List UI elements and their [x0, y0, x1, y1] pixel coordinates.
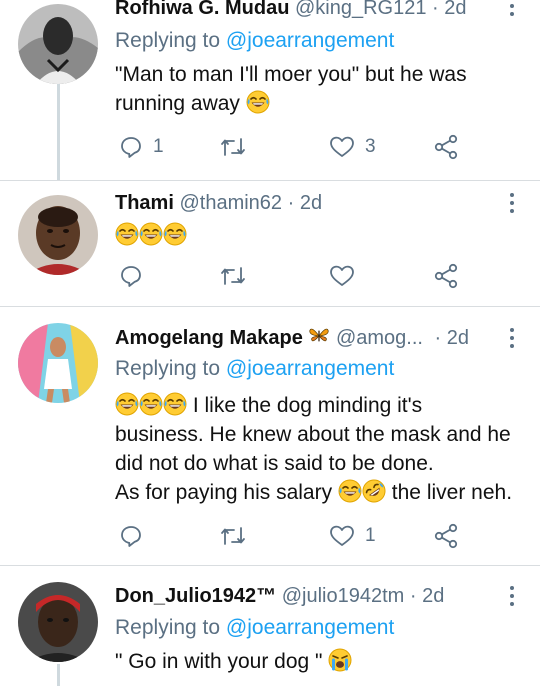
- more-vertical-icon[interactable]: [504, 191, 520, 215]
- tweet-don-julio[interactable]: Don_Julio1942™ @julio1942tm · 2d Replyin…: [0, 566, 540, 686]
- tweet-actions: [115, 261, 515, 291]
- face-with-tears-of-joy-emoji: [139, 222, 163, 246]
- mention-link[interactable]: @joearrangement: [226, 616, 394, 639]
- retweet-icon: [221, 527, 245, 545]
- avatar[interactable]: [18, 582, 98, 662]
- avatar[interactable]: [18, 323, 98, 403]
- tweet-text-content: As for paying his salary: [115, 481, 333, 504]
- user-handle[interactable]: @king_RG121: [295, 0, 426, 19]
- like-count: 3: [365, 136, 376, 157]
- tweet-text-content: "Man to man I'll moer you" but he was ru…: [115, 63, 467, 115]
- face-with-tears-of-joy-emoji: [163, 222, 187, 246]
- tweet-header: Rofhiwa G. Mudau @king_RG121 · 2d: [115, 0, 500, 22]
- display-name[interactable]: Don_Julio1942™: [115, 585, 276, 607]
- retweet-button[interactable]: [219, 261, 247, 291]
- heart-icon: [330, 525, 354, 546]
- display-name[interactable]: Rofhiwa G. Mudau: [115, 0, 289, 19]
- tweet-text-content: I like the dog minding it's: [192, 394, 423, 417]
- user-handle[interactable]: @julio1942tm: [282, 585, 405, 607]
- share-button[interactable]: [433, 132, 459, 162]
- retweet-icon: [221, 267, 245, 285]
- share-icon: [434, 134, 458, 160]
- rolling-on-floor-laughing-emoji: [361, 479, 386, 503]
- retweet-icon: [221, 138, 245, 156]
- user-handle[interactable]: @amog...: [336, 327, 423, 349]
- like-button[interactable]: 1: [329, 521, 376, 551]
- tweet-text-line: I like the dog minding it's: [115, 391, 530, 420]
- face-with-tears-of-joy-emoji: [115, 222, 139, 246]
- tweet-header: Amogelang Makape @amog... · 2d: [115, 324, 500, 352]
- replying-to-line: Replying to @joearrangement: [115, 613, 394, 643]
- like-button[interactable]: 3: [329, 132, 376, 162]
- tweet-header: Thami @thamin62 · 2d: [115, 189, 500, 217]
- tweet-text-line: did not do what is said to be done.: [115, 452, 434, 475]
- retweet-button[interactable]: [219, 521, 247, 551]
- tweet-header: Don_Julio1942™ @julio1942tm · 2d: [115, 582, 500, 610]
- tweet-text: [115, 221, 530, 250]
- more-vertical-icon[interactable]: [504, 584, 520, 608]
- replying-prefix: Replying to: [115, 29, 221, 52]
- share-button[interactable]: [433, 261, 459, 291]
- like-button[interactable]: [329, 261, 355, 291]
- face-with-tears-of-joy-emoji: [163, 392, 187, 416]
- face-with-tears-of-joy-emoji: [245, 90, 270, 114]
- like-count: 1: [365, 525, 376, 546]
- face-with-tears-of-joy-emoji: [115, 392, 139, 416]
- reply-icon: [121, 526, 141, 547]
- reply-button[interactable]: [119, 261, 143, 291]
- retweet-button[interactable]: [219, 132, 257, 162]
- face-with-tears-of-joy-emoji: [139, 392, 163, 416]
- share-icon: [434, 263, 458, 289]
- timestamp[interactable]: · 2d: [432, 0, 466, 19]
- tweet-text-content: " Go in with your dog ": [115, 650, 323, 673]
- tweet-text: I like the dog minding it's business. He…: [115, 391, 530, 507]
- tweet-amogelang[interactable]: Amogelang Makape @amog... · 2d Replying …: [0, 307, 540, 565]
- heart-icon: [330, 265, 354, 286]
- thread-line: [57, 664, 60, 686]
- mention-link[interactable]: @joearrangement: [226, 29, 394, 52]
- face-with-tears-of-joy-emoji: [338, 479, 362, 503]
- share-icon: [434, 523, 458, 549]
- avatar[interactable]: [18, 4, 98, 84]
- tweet-text-content: the liver neh.: [391, 481, 513, 504]
- display-name[interactable]: Amogelang Makape: [115, 327, 303, 349]
- timestamp[interactable]: · 2d: [288, 192, 322, 214]
- user-handle[interactable]: @thamin62: [179, 192, 282, 214]
- tweet-actions: 1: [115, 521, 515, 551]
- tweet-text-line: business. He knew about the mask and he: [115, 423, 511, 446]
- tweet-thami[interactable]: Thami @thamin62 · 2d: [0, 181, 540, 306]
- share-button[interactable]: [433, 521, 459, 551]
- replying-prefix: Replying to: [115, 357, 221, 380]
- butterfly-emoji: [309, 328, 330, 342]
- mention-link[interactable]: @joearrangement: [226, 357, 394, 380]
- avatar[interactable]: [18, 195, 98, 275]
- thread-line: [57, 84, 60, 180]
- reply-button[interactable]: 1: [119, 132, 164, 162]
- timestamp[interactable]: · 2d: [435, 327, 469, 349]
- display-name[interactable]: Thami: [115, 192, 174, 214]
- tweet-text-line: As for paying his salary the liver neh.: [115, 478, 530, 507]
- heart-icon: [330, 136, 354, 157]
- replying-to-line: Replying to @joearrangement: [115, 354, 394, 384]
- loudly-crying-face-emoji: [328, 648, 353, 672]
- tweet-text: "Man to man I'll moer you" but he was ru…: [115, 60, 530, 118]
- replying-prefix: Replying to: [115, 616, 221, 639]
- reply-icon: [121, 137, 141, 158]
- timestamp[interactable]: · 2d: [410, 585, 444, 607]
- reply-count: 1: [153, 136, 164, 157]
- reply-icon: [121, 266, 141, 287]
- reply-button[interactable]: [119, 521, 143, 551]
- more-vertical-icon[interactable]: [504, 326, 520, 350]
- tweet-actions: 1 3: [115, 132, 515, 162]
- tweet-rofhiwa[interactable]: Rofhiwa G. Mudau @king_RG121 · 2d Replyi…: [0, 0, 540, 180]
- tweet-text: " Go in with your dog ": [115, 647, 530, 676]
- more-vertical-icon[interactable]: [504, 0, 520, 18]
- replying-to-line: Replying to @joearrangement: [115, 26, 394, 56]
